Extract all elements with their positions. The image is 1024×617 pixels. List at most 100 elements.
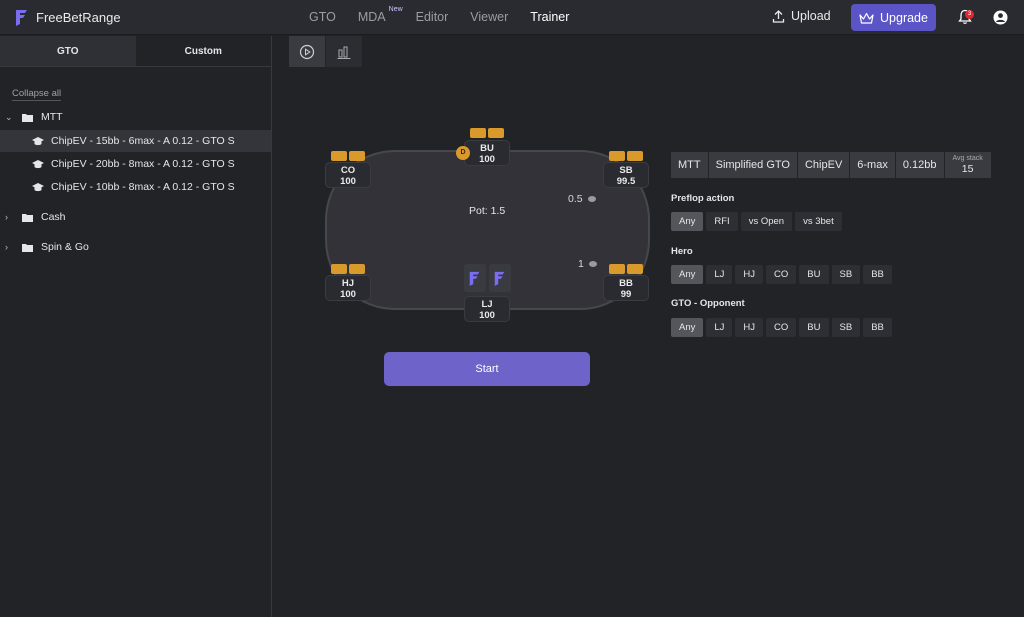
graduation-cap-icon (32, 183, 44, 192)
tree-item-chipev-20bb[interactable]: ChipEV - 20bb - 8max - A 0.12 - GTO S (0, 153, 271, 175)
logo-icon (16, 10, 27, 26)
folder-icon (22, 213, 33, 222)
chip-icon (589, 261, 597, 267)
logo-icon (494, 271, 505, 286)
opponent-sb[interactable]: SB (831, 318, 861, 337)
nav-mda[interactable]: MDA New (358, 6, 403, 24)
pot-label: Pot: 1.5 (469, 205, 506, 217)
notification-badge: 3 (965, 10, 974, 19)
tree-item-chipev-10bb[interactable]: ChipEV - 10bb - 8max - A 0.12 - GTO S (0, 176, 271, 198)
tree-folder-mtt[interactable]: ⌄ MTT (0, 106, 271, 128)
preflop-action-options: Any RFI vs Open vs 3bet (671, 212, 842, 231)
stats-mode-button[interactable] (326, 36, 362, 67)
preflop-vs-open[interactable]: vs Open (740, 212, 793, 231)
tree-label: ChipEV - 20bb - 8max - A 0.12 - GTO S (51, 158, 235, 170)
opponent-bb[interactable]: BB (863, 318, 892, 337)
preflop-action-label: Preflop action (671, 193, 735, 204)
play-mode-button[interactable] (289, 36, 325, 67)
graduation-cap-icon (32, 160, 44, 169)
opponent-label: GTO - Opponent (671, 298, 745, 309)
seat-position: HJ (341, 278, 355, 289)
nav-viewer[interactable]: Viewer (470, 10, 508, 24)
seat-position: CO (340, 165, 356, 176)
preset-table-size[interactable]: 6-max (850, 152, 895, 178)
bar-chart-icon (337, 46, 351, 59)
tree-item-chipev-15bb[interactable]: ChipEV - 15bb - 6max - A 0.12 - GTO S (0, 130, 271, 152)
sidebar: GTO Custom Collapse all ⌄ MTT ChipEV - 1… (0, 36, 272, 617)
hero-sb[interactable]: SB (831, 265, 861, 284)
upload-label: Upload (791, 9, 831, 23)
folder-icon (22, 113, 33, 122)
seat-bb: BB 99 (603, 275, 649, 301)
seat-stack: 99 (620, 289, 632, 300)
hero-any[interactable]: Any (671, 265, 704, 284)
hj-cards (331, 264, 365, 274)
seat-position: BB (619, 278, 633, 289)
crown-icon (859, 12, 874, 24)
preflop-any[interactable]: Any (671, 212, 704, 231)
opponent-any[interactable]: Any (671, 318, 704, 337)
new-badge: New (388, 6, 403, 13)
hero-bb[interactable]: BB (863, 265, 892, 284)
main-nav: GTO MDA New Editor Viewer Trainer (309, 6, 591, 24)
seat-sb: SB 99.5 (603, 162, 649, 188)
preset-solver[interactable]: Simplified GTO (708, 152, 797, 178)
hero-card-1 (464, 264, 486, 292)
preset-avg-stack[interactable]: Avg stack 15 (944, 152, 991, 178)
chevron-right-icon: › (5, 242, 8, 252)
nav-trainer[interactable]: Trainer (530, 10, 569, 24)
opponent-co[interactable]: CO (766, 318, 797, 337)
poker-table (325, 150, 650, 310)
sidebar-tabs: GTO Custom (0, 36, 271, 67)
nav-editor[interactable]: Editor (416, 10, 449, 24)
opponent-options: Any LJ HJ CO BU SB BB (671, 318, 892, 337)
preflop-rfi[interactable]: RFI (706, 212, 738, 231)
upload-icon (772, 9, 785, 23)
seat-hj: HJ 100 (325, 275, 371, 301)
tree-folder-spin-go[interactable]: › Spin & Go (0, 236, 271, 258)
bb-bet: 1 (578, 258, 584, 270)
seat-bu: BU 100 (464, 140, 510, 166)
tree-label: ChipEV - 15bb - 6max - A 0.12 - GTO S (51, 135, 235, 147)
nav-gto[interactable]: GTO (309, 10, 336, 24)
preflop-vs-3bet[interactable]: vs 3bet (795, 212, 842, 231)
seat-stack: 100 (479, 310, 495, 321)
chevron-down-icon: ⌄ (5, 111, 13, 122)
tree-label: MTT (41, 111, 63, 123)
brand-logo[interactable]: FreeBetRange (14, 8, 121, 26)
tab-gto[interactable]: GTO (0, 36, 136, 66)
seat-stack: 99.5 (616, 176, 636, 187)
tree-label: Cash (41, 211, 66, 223)
opponent-lj[interactable]: LJ (706, 318, 733, 337)
hero-co[interactable]: CO (766, 265, 797, 284)
graduation-cap-icon (32, 137, 44, 146)
hero-hj[interactable]: HJ (735, 265, 764, 284)
user-icon[interactable] (993, 10, 1008, 25)
hero-options: Any LJ HJ CO BU SB BB (671, 265, 892, 284)
tab-custom[interactable]: Custom (136, 36, 272, 66)
sb-bet: 0.5 (568, 193, 583, 205)
tree-folder-cash[interactable]: › Cash (0, 206, 271, 228)
collapse-all-link[interactable]: Collapse all (12, 88, 62, 101)
seat-lj: LJ 100 (464, 296, 510, 322)
play-circle-icon (299, 44, 315, 59)
hero-bu[interactable]: BU (799, 265, 829, 284)
bb-cards (609, 264, 643, 274)
preset-model[interactable]: ChipEV (797, 152, 850, 178)
opponent-hj[interactable]: HJ (735, 318, 764, 337)
seat-position: LJ (481, 299, 493, 310)
opponent-bu[interactable]: BU (799, 318, 829, 337)
seat-stack: 100 (340, 289, 356, 300)
preset-format[interactable]: MTT (671, 152, 708, 178)
start-button[interactable]: Start (384, 352, 590, 386)
chevron-right-icon: › (5, 212, 8, 222)
hero-lj[interactable]: LJ (706, 265, 733, 284)
seat-stack: 100 (479, 154, 495, 165)
upgrade-button[interactable]: Upgrade (851, 4, 936, 31)
sb-cards (609, 151, 643, 161)
hero-label: Hero (671, 246, 693, 257)
upload-button[interactable]: Upload (772, 9, 831, 23)
seat-co: CO 100 (325, 162, 371, 188)
preset-ante[interactable]: 0.12bb (895, 152, 944, 178)
logo-icon (469, 271, 480, 286)
